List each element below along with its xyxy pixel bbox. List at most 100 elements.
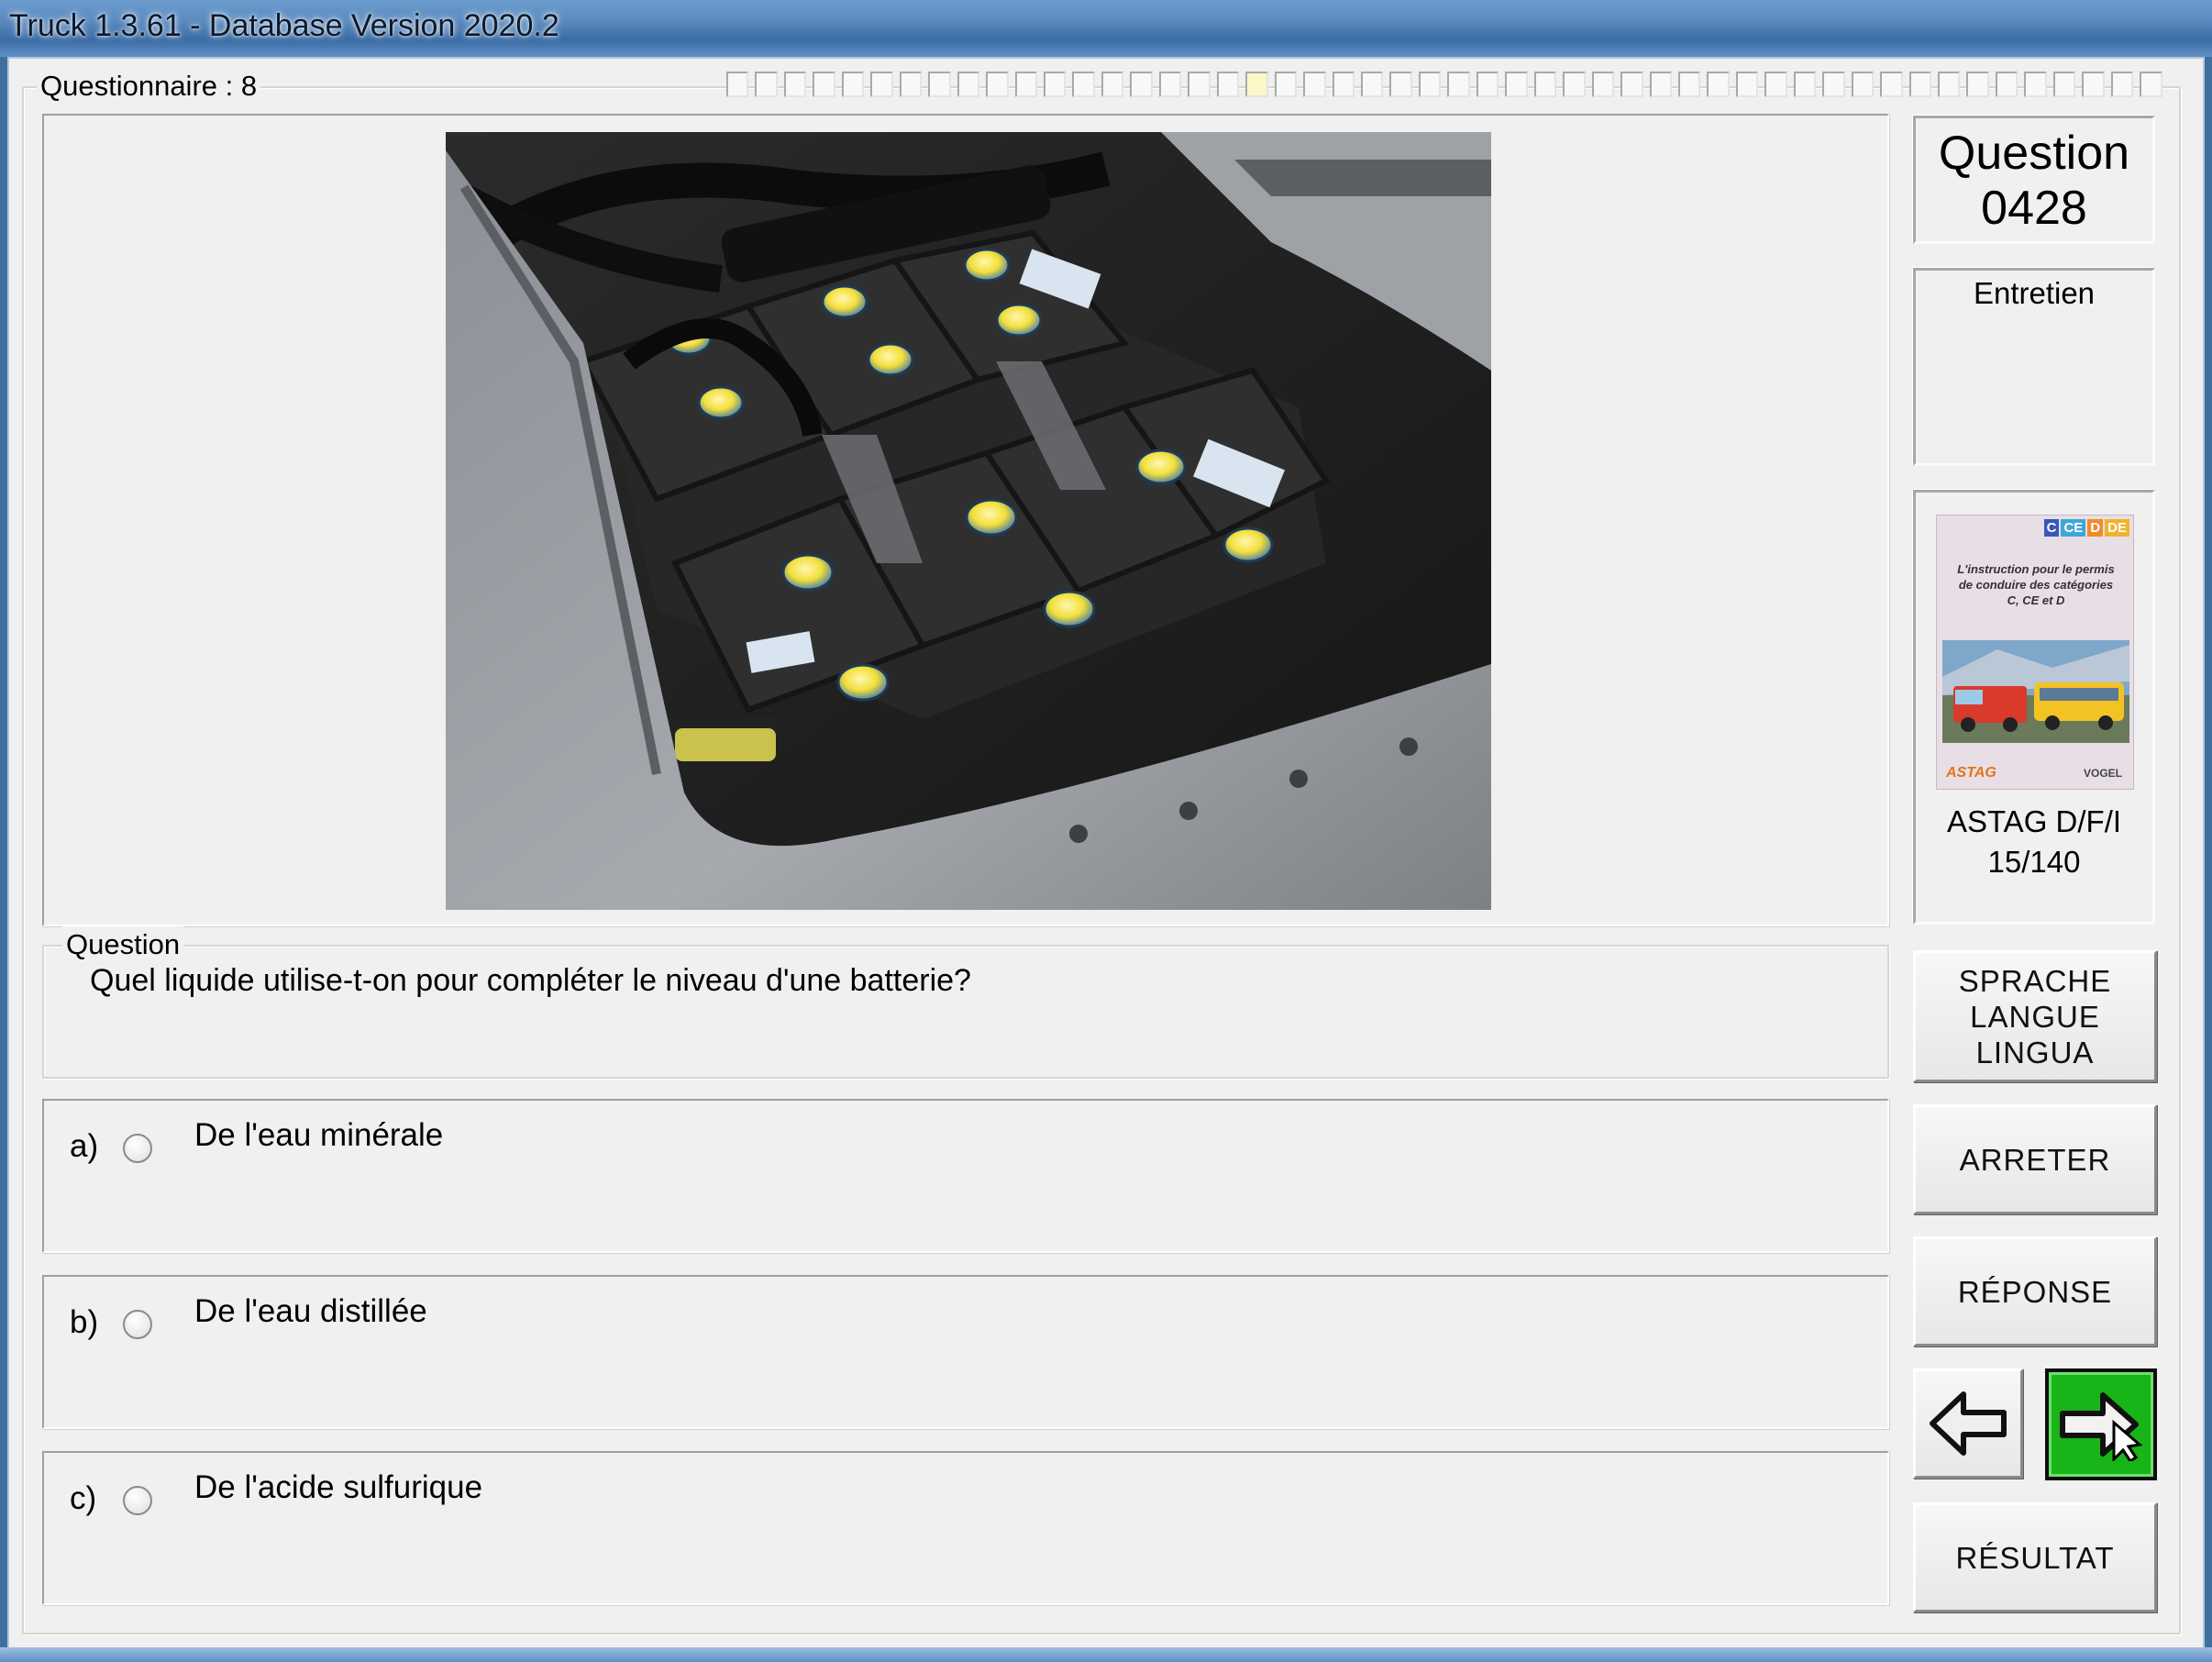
progress-cell xyxy=(1447,72,1470,97)
book-cover-vehicles-image xyxy=(1942,640,2129,743)
questionnaire-label: Questionnaire : 8 xyxy=(37,68,261,105)
window-titlebar[interactable]: Truck 1.3.61 - Database Version 2020.2 xyxy=(0,0,2212,57)
battery-compartment-image xyxy=(446,132,1491,910)
progress-cell xyxy=(1677,72,1701,97)
book-category-badges: C CE D DE xyxy=(2043,519,2129,537)
progress-cell xyxy=(1880,72,1903,97)
badge-d: D xyxy=(2087,519,2104,537)
progress-cell xyxy=(1216,72,1240,97)
progress-cell xyxy=(2110,72,2134,97)
progress-cell xyxy=(2140,72,2162,97)
book-caption-line1: ASTAG D/F/I xyxy=(1946,804,2122,838)
answer-text: De l'eau minérale xyxy=(194,1117,444,1153)
progress-cell xyxy=(1014,72,1037,97)
progress-cell xyxy=(1043,72,1067,97)
book-caption-line2: 15/140 xyxy=(1987,845,2081,879)
progress-cell xyxy=(1908,72,1932,97)
progress-cell xyxy=(1389,72,1412,97)
question-number-label: Question xyxy=(1938,127,2130,180)
question-text: Quel liquide utilise-t-on pour compléter… xyxy=(90,963,971,998)
progress-cell xyxy=(1418,72,1442,97)
progress-cell xyxy=(2082,72,2105,97)
progress-cell xyxy=(755,72,778,97)
progress-cell xyxy=(1505,72,1528,97)
question-progress-bar xyxy=(726,72,2162,97)
language-label-de: SPRACHE xyxy=(1958,963,2112,998)
progress-cell xyxy=(1938,72,1961,97)
progress-cell xyxy=(1130,72,1153,97)
answer-letter: a) xyxy=(70,1128,99,1164)
category-label: Entretien xyxy=(1973,276,2096,310)
badge-de: DE xyxy=(2105,519,2129,537)
progress-cell xyxy=(1764,72,1787,97)
progress-cell xyxy=(1476,72,1499,97)
window-title: Truck 1.3.61 - Database Version 2020.2 xyxy=(9,8,559,43)
previous-button[interactable] xyxy=(1913,1368,2023,1479)
progress-cell xyxy=(1274,72,1298,97)
progress-cell xyxy=(1649,72,1672,97)
window-bottom-frame xyxy=(0,1647,2212,1662)
progress-cell xyxy=(1620,72,1643,97)
progress-cell xyxy=(957,72,980,97)
answer-option-b[interactable]: b) De l'eau distillée xyxy=(42,1275,1889,1429)
progress-cell-current xyxy=(1245,72,1268,97)
question-number-box: Question 0428 xyxy=(1913,116,2155,244)
progress-cell xyxy=(1822,72,1845,97)
progress-cell xyxy=(1100,72,1124,97)
progress-cell xyxy=(726,72,749,97)
progress-cell xyxy=(2052,72,2076,97)
progress-cell xyxy=(1793,72,1817,97)
progress-cell xyxy=(1851,72,1875,97)
progress-cell xyxy=(870,72,893,97)
badge-c: C xyxy=(2043,519,2060,537)
stop-button[interactable]: ARRETER xyxy=(1913,1104,2157,1214)
question-group-label: Question xyxy=(62,926,184,963)
language-label-it: LINGUA xyxy=(1975,1035,2095,1069)
astag-logo: ASTAG xyxy=(1946,765,1996,781)
progress-cell xyxy=(1188,72,1211,97)
progress-cell xyxy=(1707,72,1730,97)
answer-option-a[interactable]: a) De l'eau minérale xyxy=(42,1099,1889,1253)
progress-cell xyxy=(1563,72,1586,97)
arrow-right-icon xyxy=(2060,1392,2143,1461)
book-reference-box: C CE D DE L'instruction pour le permis d… xyxy=(1913,490,2155,925)
answer-option-c[interactable]: c) De l'acide sulfurique xyxy=(42,1451,1889,1605)
progress-cell xyxy=(1332,72,1355,97)
answer-button[interactable]: RÉPONSE xyxy=(1913,1236,2157,1346)
category-box: Entretien xyxy=(1913,268,2155,466)
progress-cell xyxy=(1303,72,1326,97)
book-cover: C CE D DE L'instruction pour le permis d… xyxy=(1936,515,2134,790)
arrow-left-icon xyxy=(1930,1391,2007,1456)
progress-cell xyxy=(1072,72,1095,97)
progress-cell xyxy=(1995,72,2018,97)
progress-cell xyxy=(928,72,951,97)
progress-cell xyxy=(1158,72,1182,97)
badge-ce: CE xyxy=(2061,519,2086,537)
answer-radio-a[interactable] xyxy=(123,1134,152,1163)
progress-cell xyxy=(813,72,835,97)
progress-cell xyxy=(1533,72,1557,97)
answer-text: De l'eau distillée xyxy=(194,1293,427,1329)
progress-cell xyxy=(1966,72,1989,97)
answer-radio-b[interactable] xyxy=(123,1310,152,1339)
answer-letter: b) xyxy=(70,1304,99,1340)
question-group: Question Quel liquide utilise-t-on pour … xyxy=(42,926,1889,1079)
progress-cell xyxy=(1735,72,1759,97)
progress-cell xyxy=(899,72,923,97)
question-photo xyxy=(446,132,1491,910)
result-button[interactable]: RÉSULTAT xyxy=(1913,1502,2157,1612)
progress-cell xyxy=(783,72,807,97)
progress-cell xyxy=(1591,72,1615,97)
language-button[interactable]: SPRACHE LANGUE LINGUA xyxy=(1913,950,2157,1082)
question-number: 0428 xyxy=(1981,182,2087,235)
progress-cell xyxy=(986,72,1009,97)
answer-radio-c[interactable] xyxy=(123,1486,152,1515)
progress-cell xyxy=(841,72,865,97)
answer-text: De l'acide sulfurique xyxy=(194,1469,483,1505)
next-button[interactable] xyxy=(2045,1368,2157,1480)
language-label-fr: LANGUE xyxy=(1970,999,2100,1034)
answer-letter: c) xyxy=(70,1480,97,1516)
progress-cell xyxy=(2024,72,2047,97)
book-cover-text: L'instruction pour le permis de conduire… xyxy=(1957,562,2115,607)
vogel-logo: VOGEL xyxy=(2083,767,2122,780)
